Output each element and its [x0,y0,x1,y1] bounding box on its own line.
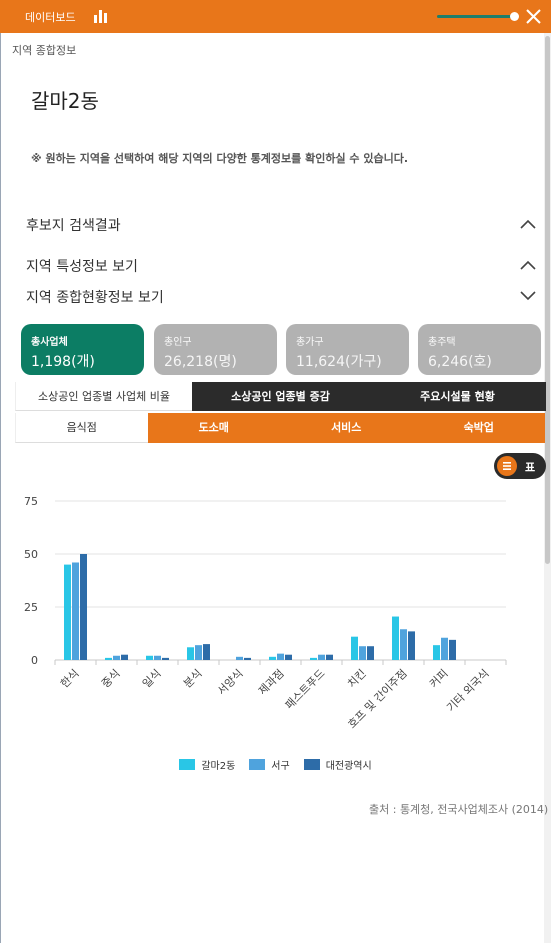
table-toggle-label: 표 [525,461,536,474]
bar [367,646,374,660]
legend-label: 갈마2동 [201,760,236,772]
bar [72,562,79,660]
opacity-slider[interactable] [437,15,516,18]
notice-text: ※ 원하는 지역을 선택하여 해당 지역의 다양한 통계정보를 확인하실 수 있… [31,152,409,165]
y-tick-label: 0 [31,654,38,667]
legend-swatch [249,758,266,770]
x-tick-label: 한식 [58,667,82,691]
secondary-tabs: 음식점 도소매 서비스 숙박업 [15,413,545,443]
stat-label: 총사업체 [31,337,68,348]
opacity-slider-knob[interactable] [510,12,519,21]
section-candidate-results[interactable]: 후보지 검색결과 [26,215,121,235]
bar [154,655,161,660]
legend-swatch [303,758,320,770]
bar [146,655,153,660]
bar [408,631,415,660]
legend-label: 대전광역시 [325,760,372,772]
bar [105,657,112,660]
x-tick-label: 분식 [181,667,205,691]
bar [203,644,210,660]
legend-item[interactable]: 갈마2동 [179,756,235,772]
stat-value: 6,246(호) [428,354,492,370]
page-title: 갈마2동 [31,89,99,113]
stat-value: 1,198(개) [31,354,95,370]
bar [449,639,456,660]
legend-item[interactable]: 서구 [249,756,290,772]
source-note: 출처 : 통계청, 전국사업체조사 (2014) [369,803,549,816]
bar [285,654,292,660]
stat-card-households[interactable]: 총가구 11,624(가구) [286,324,409,375]
bar-chart-icon[interactable] [94,10,108,23]
list-icon [497,456,517,476]
x-tick-label: 커피 [427,667,451,691]
stat-label: 총주택 [428,337,456,348]
bar [433,645,440,660]
stat-card-housing[interactable]: 총주택 6,246(호) [418,324,541,375]
tab-restaurants[interactable]: 음식점 [15,413,148,443]
y-tick-label: 75 [24,495,38,508]
bar [441,637,448,660]
bar [80,554,87,660]
y-tick-label: 25 [24,601,38,614]
y-tick-label: 50 [24,548,38,561]
tab-business-change[interactable]: 소상공인 업종별 증감 [192,382,369,411]
close-icon[interactable] [526,9,541,24]
tab-retail[interactable]: 도소매 [147,413,280,443]
tab-major-facilities[interactable]: 주요시설물 현황 [369,382,546,411]
bar [195,645,202,660]
bar [392,616,399,660]
stat-label: 총가구 [296,337,324,348]
stat-label: 총인구 [164,337,192,348]
bar [113,655,120,660]
app-title: 데이터보드 [25,11,76,24]
bar [277,653,284,660]
x-tick-label: 치킨 [345,667,369,691]
chevron-up-icon[interactable] [520,219,536,229]
chevron-up-icon[interactable] [520,260,536,270]
x-tick-label: 제과점 [256,667,287,698]
x-tick-label: 일식 [139,666,163,690]
primary-tabs: 소상공인 업종별 사업체 비율 소상공인 업종별 증감 주요시설물 현황 [15,382,546,411]
bar [162,657,169,660]
bar [318,654,325,660]
x-tick-label: 중식 [99,667,123,691]
bar [121,654,128,660]
top-bar: 데이터보드 [0,0,551,33]
tab-services[interactable]: 서비스 [280,413,413,443]
tab-lodging[interactable]: 숙박업 [412,413,545,443]
tab-business-ratio[interactable]: 소상공인 업종별 사업체 비율 [15,382,192,411]
legend-item[interactable]: 대전광역시 [303,756,372,772]
breadcrumb: 지역 종합정보 [12,44,77,57]
stat-value: 26,218(명) [164,354,237,370]
x-tick-label: 서양식 [215,667,246,698]
chevron-down-icon[interactable] [520,291,536,301]
section-region-overview[interactable]: 지역 종합현황정보 보기 [26,287,164,307]
bar [236,656,243,660]
section-region-features[interactable]: 지역 특성정보 보기 [26,256,138,276]
legend-swatch [179,758,196,770]
stat-value: 11,624(가구) [296,354,382,370]
stat-card-population[interactable]: 총인구 26,218(명) [154,324,277,375]
bar [187,647,194,660]
x-tick-label: 기타 외국식 [444,667,491,714]
bar [64,564,71,660]
bar [400,629,407,660]
bar-chart: 0255075한식 중식 일식 분식 서양식 제과점패스트푸드 치킨호프 및 간이주점 커피기… [24,495,507,731]
bar [351,636,358,660]
table-view-toggle[interactable]: 표 [494,453,546,479]
chart-legend: 갈마2동 서구 대전광역시 [0,756,551,772]
stat-card-businesses[interactable]: 총사업체 1,198(개) [21,324,144,375]
bar [310,657,317,660]
x-tick-label: 패스트푸드 [283,667,328,712]
bar [269,656,276,660]
legend-label: 서구 [271,760,290,772]
bar [244,657,251,660]
bar [326,654,333,660]
bar [359,646,366,660]
